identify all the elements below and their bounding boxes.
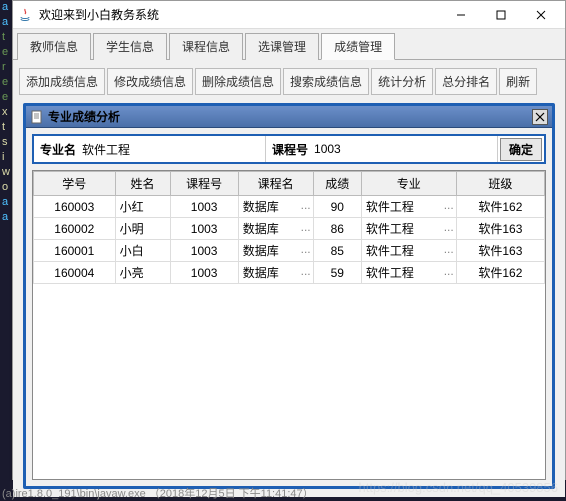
tab-4[interactable]: 成绩管理: [321, 33, 395, 60]
tab-3[interactable]: 选课管理: [245, 33, 319, 60]
main-tabs: 教师信息学生信息课程信息选课管理成绩管理: [13, 29, 565, 60]
cell: 小白: [115, 240, 170, 262]
cell: 软件工程: [361, 196, 456, 218]
course-input[interactable]: 1003: [310, 136, 498, 162]
cell: 86: [313, 218, 361, 240]
results-table-container[interactable]: 学号姓名课程号课程名成绩专业班级 160003小红1003数据库90软件工程软件…: [32, 170, 546, 480]
table-row[interactable]: 160002小明1003数据库86软件工程软件163: [34, 218, 545, 240]
toolbar-btn-6[interactable]: 刷新: [499, 68, 537, 95]
cell: 数据库: [238, 262, 313, 284]
cell: 160002: [34, 218, 116, 240]
col-header[interactable]: 课程名: [238, 172, 313, 196]
tab-1[interactable]: 学生信息: [93, 33, 167, 60]
java-icon: [17, 7, 33, 23]
window-title: 欢迎来到小白教务系统: [39, 6, 441, 23]
cell: 160003: [34, 196, 116, 218]
cell: 软件162: [456, 262, 544, 284]
cell: 数据库: [238, 218, 313, 240]
minimize-button[interactable]: [441, 2, 481, 28]
cell: 小红: [115, 196, 170, 218]
cell: 软件工程: [361, 262, 456, 284]
major-input[interactable]: 软件工程: [78, 136, 266, 162]
console-footer: (a)ire1.8.0_191\bin\javaw.exe （2018年12月5…: [2, 485, 314, 501]
cell: 软件163: [456, 218, 544, 240]
maximize-button[interactable]: [481, 2, 521, 28]
cell: 软件工程: [361, 218, 456, 240]
editor-gutter: aateree xtsi wo aa: [0, 0, 12, 501]
col-header[interactable]: 学号: [34, 172, 116, 196]
toolbar-btn-4[interactable]: 统计分析: [371, 68, 433, 95]
cell: 1003: [170, 218, 238, 240]
confirm-button[interactable]: 确定: [500, 138, 542, 161]
results-table: 学号姓名课程号课程名成绩专业班级 160003小红1003数据库90软件工程软件…: [33, 171, 545, 284]
cell: 小明: [115, 218, 170, 240]
table-row[interactable]: 160001小白1003数据库85软件工程软件163: [34, 240, 545, 262]
tab-0[interactable]: 教师信息: [17, 33, 91, 60]
cell: 软件工程: [361, 240, 456, 262]
app-window: 欢迎来到小白教务系统 教师信息学生信息课程信息选课管理成绩管理 添加成绩信息修改…: [12, 0, 566, 480]
cell: 1003: [170, 240, 238, 262]
table-row[interactable]: 160003小红1003数据库90软件工程软件162: [34, 196, 545, 218]
toolbar: 添加成绩信息修改成绩信息删除成绩信息搜索成绩信息统计分析总分排名刷新: [17, 64, 561, 99]
document-icon: [30, 110, 44, 124]
toolbar-btn-3[interactable]: 搜索成绩信息: [283, 68, 369, 95]
close-button[interactable]: [521, 2, 561, 28]
toolbar-btn-1[interactable]: 修改成绩信息: [107, 68, 193, 95]
course-label: 课程号: [266, 141, 310, 158]
internal-close-button[interactable]: [532, 109, 548, 125]
cell: 85: [313, 240, 361, 262]
internal-frame: 专业成绩分析 专业名 软件工程 课程号 1003 确定 学号姓名课程号课程名成绩…: [23, 103, 555, 489]
toolbar-btn-5[interactable]: 总分排名: [435, 68, 497, 95]
internal-frame-titlebar[interactable]: 专业成绩分析: [26, 106, 552, 128]
cell: 160001: [34, 240, 116, 262]
col-header[interactable]: 班级: [456, 172, 544, 196]
titlebar: 欢迎来到小白教务系统: [13, 1, 565, 29]
toolbar-btn-0[interactable]: 添加成绩信息: [19, 68, 105, 95]
cell: 59: [313, 262, 361, 284]
toolbar-btn-2[interactable]: 删除成绩信息: [195, 68, 281, 95]
cell: 软件162: [456, 196, 544, 218]
tab-2[interactable]: 课程信息: [169, 33, 243, 60]
cell: 160004: [34, 262, 116, 284]
col-header[interactable]: 课程号: [170, 172, 238, 196]
cell: 数据库: [238, 240, 313, 262]
col-header[interactable]: 专业: [361, 172, 456, 196]
watermark-text: https://blog.csdn.net/qq_40539856: [359, 480, 559, 495]
cell: 90: [313, 196, 361, 218]
cell: 数据库: [238, 196, 313, 218]
cell: 1003: [170, 196, 238, 218]
cell: 小亮: [115, 262, 170, 284]
internal-frame-title: 专业成绩分析: [48, 108, 532, 125]
col-header[interactable]: 成绩: [313, 172, 361, 196]
major-label: 专业名: [34, 141, 78, 158]
cell: 1003: [170, 262, 238, 284]
col-header[interactable]: 姓名: [115, 172, 170, 196]
table-row[interactable]: 160004小亮1003数据库59软件工程软件162: [34, 262, 545, 284]
filter-bar: 专业名 软件工程 课程号 1003 确定: [32, 134, 546, 164]
tab-panel: 添加成绩信息修改成绩信息删除成绩信息搜索成绩信息统计分析总分排名刷新 专业成绩分…: [13, 59, 565, 497]
cell: 软件163: [456, 240, 544, 262]
